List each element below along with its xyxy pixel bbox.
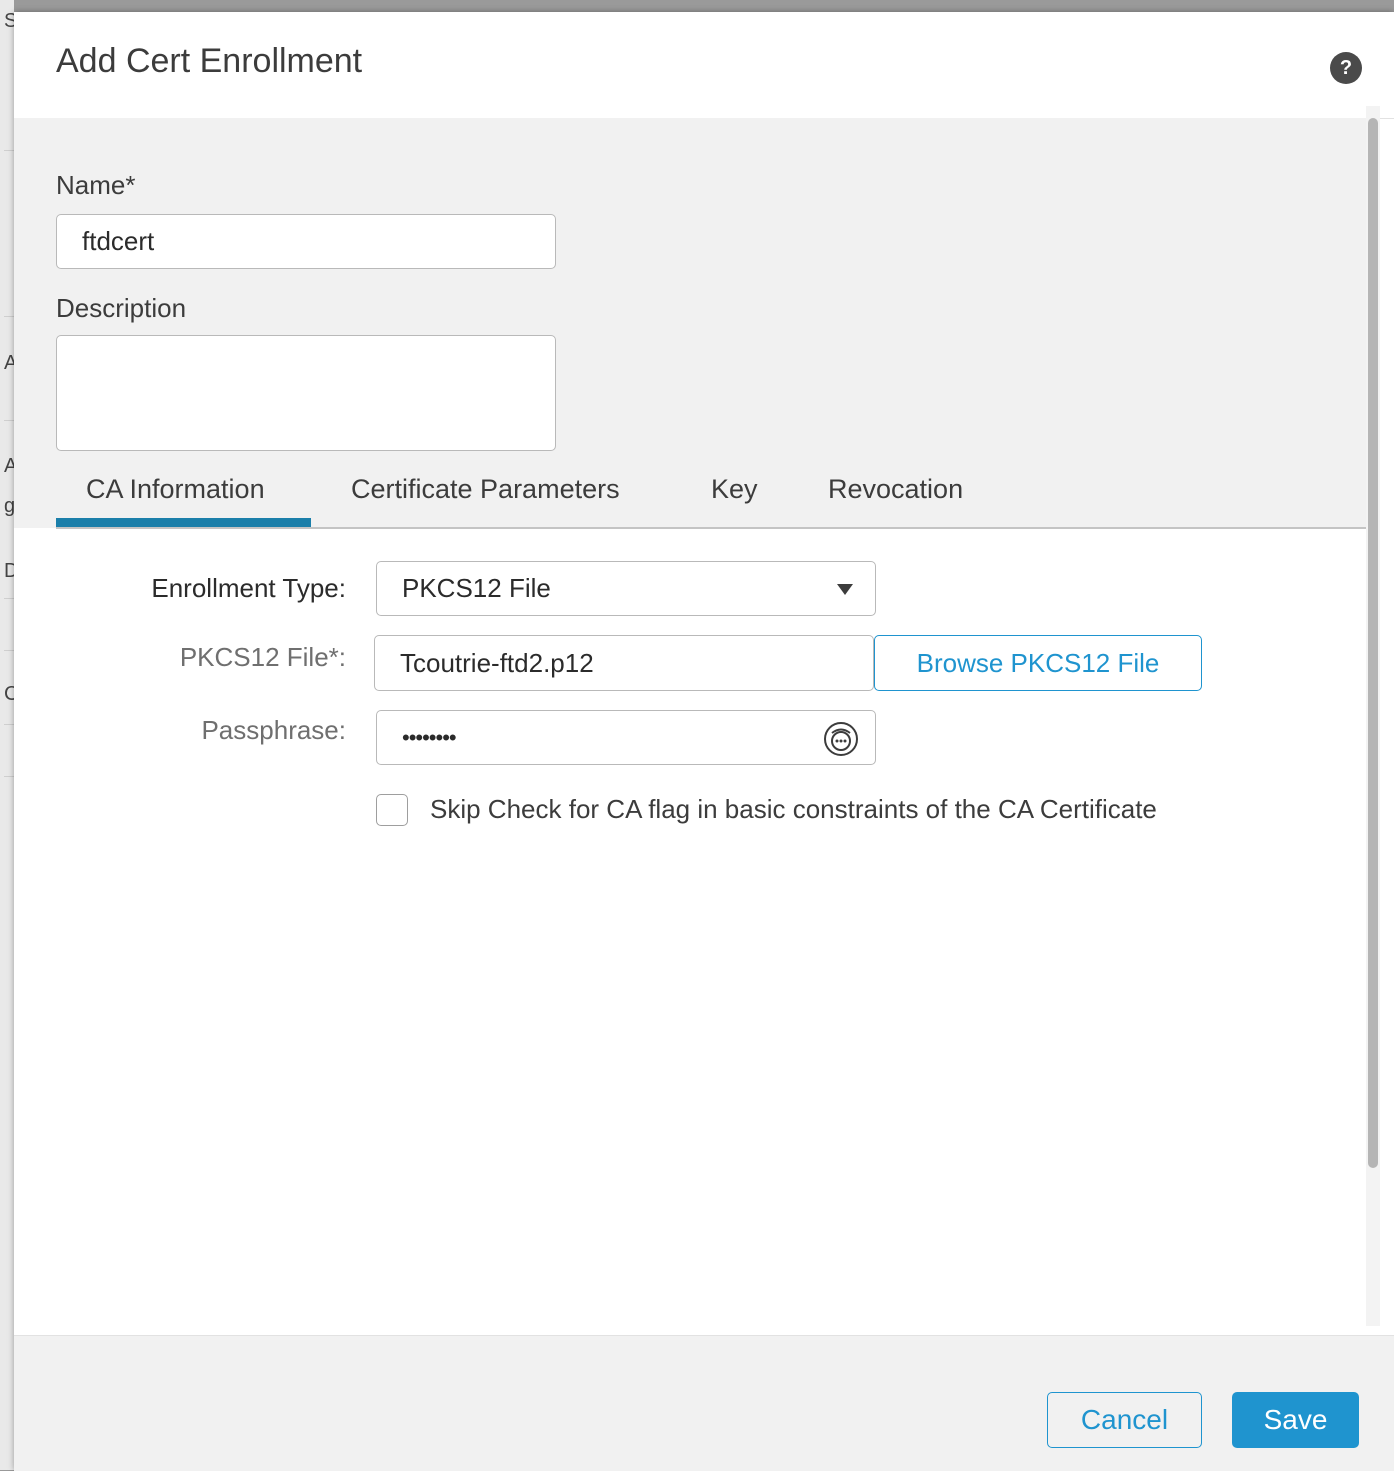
tab-revocation[interactable]: Revocation — [828, 474, 963, 505]
browse-pkcs12-button[interactable]: Browse PKCS12 File — [874, 635, 1202, 691]
background-divider — [4, 776, 14, 777]
skip-check-label[interactable]: Skip Check for CA flag in basic constrai… — [430, 794, 1157, 825]
dialog-upper-section: Name* ftdcert Description — [14, 118, 1380, 528]
enrollment-type-value: PKCS12 File — [402, 573, 551, 603]
dialog-footer: Cancel Save — [14, 1335, 1394, 1471]
scrollbar-thumb[interactable] — [1368, 118, 1378, 1168]
cancel-button[interactable]: Cancel — [1047, 1392, 1202, 1448]
dialog-title: Add Cert Enrollment — [56, 42, 363, 80]
passphrase-value: •••••••• — [402, 724, 457, 750]
pkcs12-file-input[interactable]: Tcoutrie-ftd2.p12 — [374, 635, 874, 691]
tab-ca-information[interactable]: CA Information — [86, 474, 265, 505]
passphrase-label: Passphrase: — [201, 715, 346, 745]
background-divider — [4, 650, 14, 651]
background-page: S A A g D C — [0, 0, 18, 1470]
background-divider — [4, 598, 14, 599]
background-divider — [4, 316, 14, 317]
add-cert-enrollment-dialog: Add Cert Enrollment ? Name* ftdcert Desc… — [14, 12, 1394, 1471]
enrollment-type-select[interactable]: PKCS12 File — [376, 561, 876, 616]
active-tab-indicator — [56, 518, 311, 527]
help-icon[interactable]: ? — [1330, 52, 1362, 84]
name-label: Name* — [56, 170, 136, 200]
description-textarea[interactable] — [56, 335, 556, 451]
dialog-header: Add Cert Enrollment ? — [14, 12, 1394, 119]
tab-certificate-parameters[interactable]: Certificate Parameters — [351, 474, 620, 505]
tabs-divider — [56, 527, 1372, 529]
enrollment-type-label: Enrollment Type: — [151, 573, 346, 603]
chevron-down-icon — [837, 584, 853, 595]
background-divider — [4, 150, 14, 151]
pkcs12-file-label: PKCS12 File*: — [179, 642, 346, 672]
passphrase-input[interactable]: •••••••• — [376, 710, 876, 765]
tab-key[interactable]: Key — [711, 474, 758, 505]
save-button[interactable]: Save — [1232, 1392, 1359, 1448]
background-divider — [4, 420, 14, 421]
eye-icon[interactable] — [823, 721, 859, 757]
skip-check-checkbox[interactable] — [376, 794, 408, 826]
description-label: Description — [56, 293, 187, 323]
name-input[interactable]: ftdcert — [56, 214, 556, 269]
background-divider — [4, 724, 14, 725]
